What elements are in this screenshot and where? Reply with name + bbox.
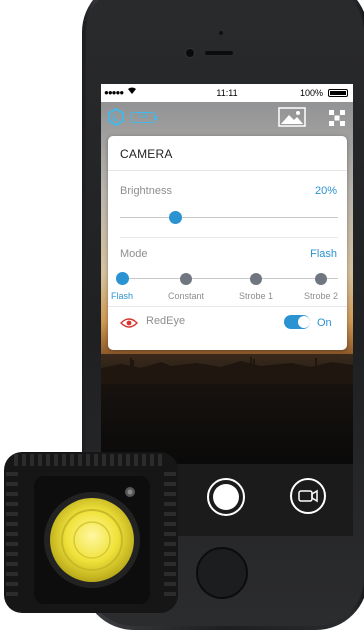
earpiece-speaker xyxy=(205,51,233,55)
brightness-label: Brightness xyxy=(120,185,172,197)
front-camera xyxy=(186,49,194,57)
redeye-toggle[interactable] xyxy=(284,315,310,329)
panel-title: CAMERA xyxy=(120,147,173,161)
eye-icon xyxy=(120,316,138,328)
app-toolbar: 100 xyxy=(101,102,353,132)
mode-stop-strobe-2[interactable] xyxy=(315,273,327,285)
shutter-inner xyxy=(213,484,239,510)
brightness-value: 20% xyxy=(314,185,337,197)
mode-option-label: Strobe 2 xyxy=(304,291,339,301)
shutter-button[interactable] xyxy=(207,478,245,516)
mode-stop-constant[interactable] xyxy=(180,273,192,285)
redeye-label: RedEye xyxy=(146,315,186,327)
mode-slider-track[interactable] xyxy=(120,278,338,279)
proximity-sensor xyxy=(219,31,223,35)
video-mode-button[interactable] xyxy=(290,478,326,514)
status-battery-percent: 100% xyxy=(299,88,323,98)
panel-header: CAMERA xyxy=(108,136,347,171)
mode-option-label: Constant xyxy=(168,291,205,301)
image-gallery-icon[interactable] xyxy=(278,107,306,127)
battery-icon xyxy=(328,89,348,97)
ios-status-bar: ●●●●● 11:11 100% xyxy=(101,84,353,102)
mode-stop-strobe-1[interactable] xyxy=(250,273,262,285)
video-camera-icon xyxy=(298,489,318,503)
toggle-knob xyxy=(298,316,310,328)
brightness-slider-track[interactable] xyxy=(120,217,338,218)
home-button[interactable] xyxy=(196,547,248,599)
section-divider xyxy=(108,306,347,307)
mode-stop-flash[interactable] xyxy=(116,272,129,285)
grid-dots-icon[interactable] xyxy=(328,109,346,127)
mode-option-label: Strobe 1 xyxy=(239,291,274,301)
mode-value: Flash xyxy=(310,248,337,260)
device-battery-indicator: 100 xyxy=(131,112,157,123)
section-divider xyxy=(120,237,338,238)
lume-cube-device-graphic xyxy=(4,452,178,613)
camera-settings-panel: CAMERA Brightness 20% Mode Flash RedEye … xyxy=(108,136,347,350)
redeye-toggle-label: On xyxy=(317,317,332,329)
lume-cube-logo-icon[interactable] xyxy=(107,107,125,127)
mode-option-label: Flash xyxy=(111,291,134,301)
brightness-slider-thumb[interactable] xyxy=(168,211,182,224)
mode-label: Mode xyxy=(120,248,148,260)
lume-cube-device xyxy=(0,452,182,613)
